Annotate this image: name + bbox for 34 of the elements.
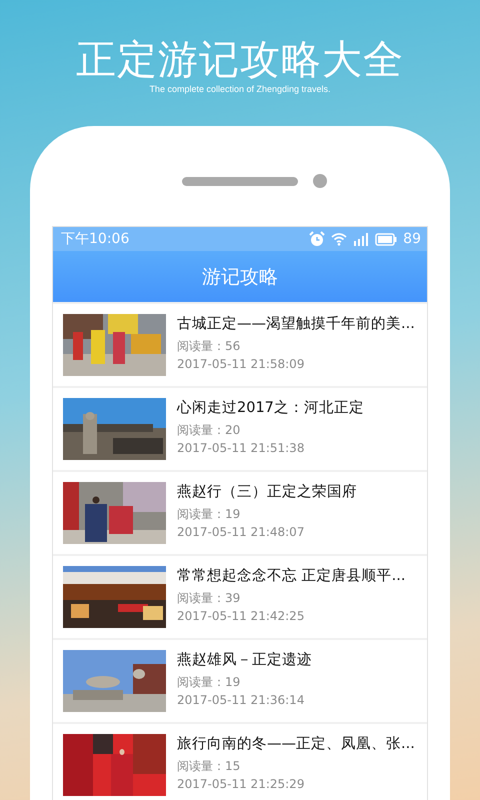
article-title: 古城正定——渴望触摸千年前的美... [177,314,415,334]
article-title: 常常想起念念不忘 正定唐县顺平... [177,566,406,586]
article-title: 旅行向南的冬——正定、凤凰、张... [177,734,415,754]
read-count: 阅读量：56 [177,338,242,354]
alarm-icon [309,231,326,247]
read-count: 阅读量：15 [177,758,242,774]
article-date: 2017-05-11 21:36:14 [177,692,306,708]
article-date: 2017-05-11 21:25:29 [177,776,306,792]
signal-icon [353,232,370,246]
article-date: 2017-05-11 21:58:09 [177,356,306,372]
promo-subtitle: The complete collection of Zhengding travels. [149,83,331,96]
read-count: 阅读量：20 [177,422,242,438]
article-item[interactable]: 常常想起念念不忘 正定唐县顺平... 阅读量：39 2017-05-11 21:42:25 [53,556,427,638]
article-date: 2017-05-11 21:48:07 [177,524,306,540]
article-item[interactable]: 古城正定——渴望触摸千年前的美... 阅读量：56 2017-05-11 21:58:09 [53,304,427,386]
battery-icon [375,232,398,246]
read-count: 阅读量：39 [177,590,242,606]
article-title: 燕赵行（三）正定之荣国府 [177,482,357,502]
article-item[interactable]: 旅行向南的冬——正定、凤凰、张... 阅读量：15 2017-05-11 21:25:29 [53,724,427,800]
battery-level: 89 [403,231,421,247]
read-count: 阅读量：19 [177,674,242,690]
header-title: 游记攻略 [202,264,278,290]
article-date: 2017-05-11 21:42:25 [177,608,306,624]
wifi-icon [331,232,348,246]
status-time: 下午10:06 [61,230,130,248]
article-title: 心闲走过2017之：河北正定 [177,398,364,418]
article-item[interactable]: 燕赵行（三）正定之荣国府 阅读量：19 2017-05-11 21:48:07 [53,472,427,554]
read-count: 阅读量：19 [177,506,242,522]
camera-dot [313,174,327,188]
promo-title: 正定游记攻略大全 [76,36,404,85]
article-date: 2017-05-11 21:51:38 [177,440,306,456]
article-title: 燕赵雄风－正定遗迹 [177,650,312,670]
article-item[interactable]: 心闲走过2017之：河北正定 阅读量：20 2017-05-11 21:51:38 [53,388,427,470]
article-item[interactable]: 燕赵雄风－正定遗迹 阅读量：19 2017-05-11 21:36:14 [53,640,427,722]
